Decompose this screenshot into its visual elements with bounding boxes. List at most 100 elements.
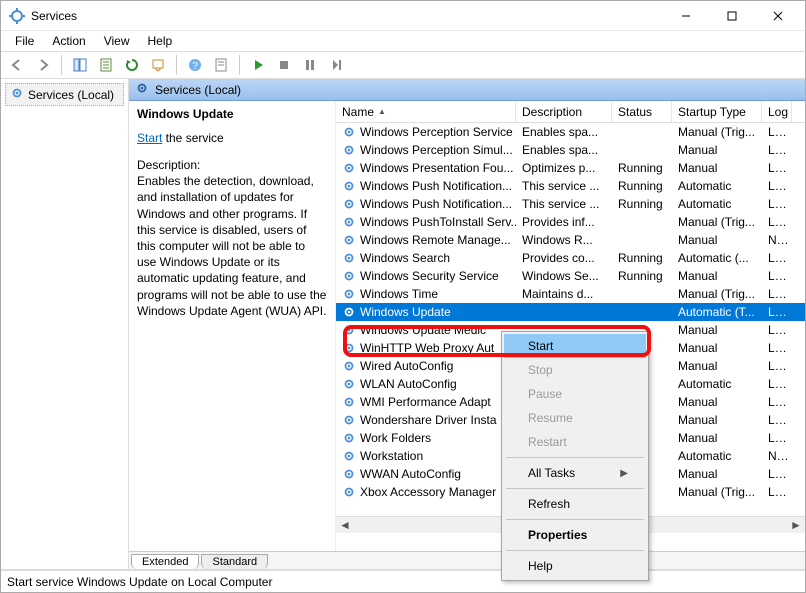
scroll-right-icon[interactable]: ► bbox=[789, 518, 803, 532]
help-button[interactable]: ? bbox=[183, 53, 207, 77]
minimize-button[interactable] bbox=[663, 1, 709, 31]
service-logon: Loca bbox=[762, 267, 792, 285]
export-list-button[interactable] bbox=[94, 53, 118, 77]
start-service-link[interactable]: Start bbox=[137, 131, 162, 145]
show-hide-tree-button[interactable] bbox=[68, 53, 92, 77]
service-startup: Manual bbox=[672, 141, 762, 159]
service-name: Xbox Accessory Manager bbox=[360, 483, 496, 501]
service-row[interactable]: Windows PushToInstall Serv...Provides in… bbox=[336, 213, 805, 231]
tree-root-label: Services (Local) bbox=[28, 88, 114, 102]
service-name: Windows Presentation Fou... bbox=[360, 159, 513, 177]
service-startup: Manual (Trig... bbox=[672, 213, 762, 231]
gear-icon bbox=[135, 81, 149, 98]
col-header-startup[interactable]: Startup Type bbox=[672, 101, 762, 122]
service-logon: Loca bbox=[762, 339, 792, 357]
service-name: Windows Search bbox=[360, 249, 450, 267]
service-name: Wired AutoConfig bbox=[360, 357, 453, 375]
service-logon: Loca bbox=[762, 483, 792, 501]
column-headers: Name ▲ Description Status Startup Type L… bbox=[336, 101, 805, 123]
service-name: Work Folders bbox=[360, 429, 431, 447]
col-header-name[interactable]: Name ▲ bbox=[336, 101, 516, 122]
start-service-button[interactable] bbox=[246, 53, 270, 77]
service-row[interactable]: Windows Presentation Fou...Optimizes p..… bbox=[336, 159, 805, 177]
scroll-left-icon[interactable]: ◄ bbox=[338, 518, 352, 532]
service-logon: Netw bbox=[762, 447, 792, 465]
menubar: File Action View Help bbox=[1, 31, 805, 51]
sort-indicator-icon: ▲ bbox=[378, 107, 386, 116]
service-desc: Enables spa... bbox=[516, 141, 612, 159]
menu-view[interactable]: View bbox=[96, 32, 138, 50]
pane-header-text: Services (Local) bbox=[155, 83, 241, 97]
service-startup: Automatic bbox=[672, 177, 762, 195]
service-logon: Loca bbox=[762, 195, 792, 213]
statusbar-text: Start service Windows Update on Local Co… bbox=[7, 575, 272, 589]
service-logon: Loca bbox=[762, 357, 792, 375]
service-row[interactable]: Windows TimeMaintains d...Manual (Trig..… bbox=[336, 285, 805, 303]
service-status bbox=[612, 231, 672, 249]
service-row[interactable]: Windows Update Automatic (T...Loca bbox=[336, 303, 805, 321]
restart-service-button[interactable] bbox=[324, 53, 348, 77]
service-row[interactable]: Windows Remote Manage...Windows R...Manu… bbox=[336, 231, 805, 249]
nav-back-button[interactable] bbox=[5, 53, 29, 77]
service-row[interactable]: Windows Security ServiceWindows Se...Run… bbox=[336, 267, 805, 285]
service-name: WMI Performance Adapt bbox=[360, 393, 491, 411]
service-name: Windows Perception Service bbox=[360, 123, 513, 141]
service-name: Windows PushToInstall Serv... bbox=[360, 213, 516, 231]
service-startup: Manual bbox=[672, 357, 762, 375]
ctx-sep bbox=[506, 519, 644, 520]
service-name: Windows Update bbox=[360, 303, 451, 321]
col-header-logon[interactable]: Log bbox=[762, 101, 792, 122]
description-text: Enables the detection, download, and ins… bbox=[137, 173, 327, 319]
services-app-icon bbox=[9, 8, 25, 24]
service-startup: Manual (Trig... bbox=[672, 483, 762, 501]
menu-file[interactable]: File bbox=[7, 32, 42, 50]
service-row[interactable]: Windows Push Notification...This service… bbox=[336, 195, 805, 213]
service-logon: Loca bbox=[762, 303, 792, 321]
service-row[interactable]: Windows Push Notification...This service… bbox=[336, 177, 805, 195]
chevron-right-icon: ▶ bbox=[620, 468, 628, 479]
tab-standard[interactable]: Standard bbox=[201, 554, 268, 569]
ctx-restart: Restart bbox=[504, 430, 646, 454]
service-desc: This service ... bbox=[516, 195, 612, 213]
service-row[interactable]: Windows Perception Simul...Enables spa..… bbox=[336, 141, 805, 159]
description-label: Description: bbox=[137, 157, 327, 173]
pane-header: Services (Local) bbox=[129, 79, 805, 101]
service-logon: Loca bbox=[762, 213, 792, 231]
col-header-status[interactable]: Status bbox=[612, 101, 672, 122]
service-startup: Automatic (T... bbox=[672, 303, 762, 321]
service-name: Workstation bbox=[360, 447, 423, 465]
tree-root-services-local[interactable]: Services (Local) bbox=[5, 83, 124, 106]
maximize-button[interactable] bbox=[709, 1, 755, 31]
ctx-sep bbox=[506, 457, 644, 458]
service-logon: Loca bbox=[762, 375, 792, 393]
service-name: WLAN AutoConfig bbox=[360, 375, 457, 393]
ctx-start[interactable]: Start bbox=[504, 334, 646, 358]
pause-service-button[interactable] bbox=[298, 53, 322, 77]
export-button[interactable] bbox=[146, 53, 170, 77]
menu-help[interactable]: Help bbox=[140, 32, 181, 50]
service-status: Running bbox=[612, 249, 672, 267]
service-logon: Loca bbox=[762, 141, 792, 159]
col-header-description[interactable]: Description bbox=[516, 101, 612, 122]
close-button[interactable] bbox=[755, 1, 801, 31]
ctx-pause: Pause bbox=[504, 382, 646, 406]
menu-action[interactable]: Action bbox=[44, 32, 93, 50]
ctx-refresh[interactable]: Refresh bbox=[504, 492, 646, 516]
service-startup: Automatic (... bbox=[672, 249, 762, 267]
nav-forward-button[interactable] bbox=[31, 53, 55, 77]
tab-extended[interactable]: Extended bbox=[131, 554, 199, 569]
service-row[interactable]: Windows Perception ServiceEnables spa...… bbox=[336, 123, 805, 141]
properties-button[interactable] bbox=[209, 53, 233, 77]
service-startup: Manual bbox=[672, 393, 762, 411]
ctx-stop: Stop bbox=[504, 358, 646, 382]
ctx-all-tasks[interactable]: All Tasks ▶ bbox=[504, 461, 646, 485]
service-logon: Loca bbox=[762, 321, 792, 339]
ctx-properties[interactable]: Properties bbox=[504, 523, 646, 547]
service-startup: Manual (Trig... bbox=[672, 123, 762, 141]
refresh-button[interactable] bbox=[120, 53, 144, 77]
service-desc: Provides inf... bbox=[516, 213, 612, 231]
service-row[interactable]: Windows SearchProvides co...RunningAutom… bbox=[336, 249, 805, 267]
service-status bbox=[612, 285, 672, 303]
ctx-help[interactable]: Help bbox=[504, 554, 646, 578]
stop-service-button[interactable] bbox=[272, 53, 296, 77]
